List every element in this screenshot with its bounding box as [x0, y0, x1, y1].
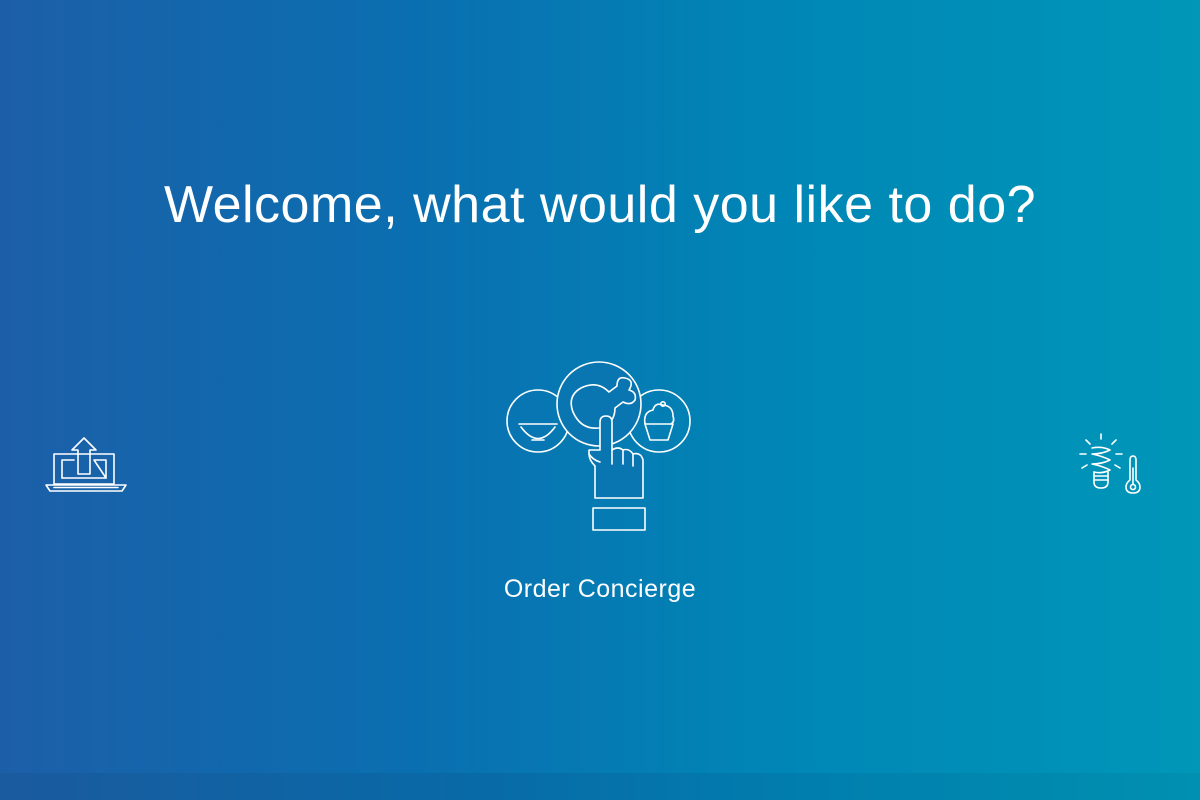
- upload-option-button[interactable]: [40, 430, 132, 498]
- bottom-bar: [0, 773, 1200, 800]
- page-title: Welcome, what would you like to do?: [163, 176, 1037, 234]
- food-selection-hand-icon: [506, 361, 691, 531]
- lightbulb-thermometer-icon: [1079, 433, 1141, 494]
- order-concierge-button[interactable]: Order Concierge: [475, 350, 725, 615]
- laptop-upload-icon: [45, 437, 127, 492]
- lighting-climate-option-button[interactable]: [1072, 432, 1152, 498]
- order-concierge-label: Order Concierge: [503, 575, 697, 603]
- welcome-screen: Welcome, what would you like to do? Orde…: [0, 0, 1200, 800]
